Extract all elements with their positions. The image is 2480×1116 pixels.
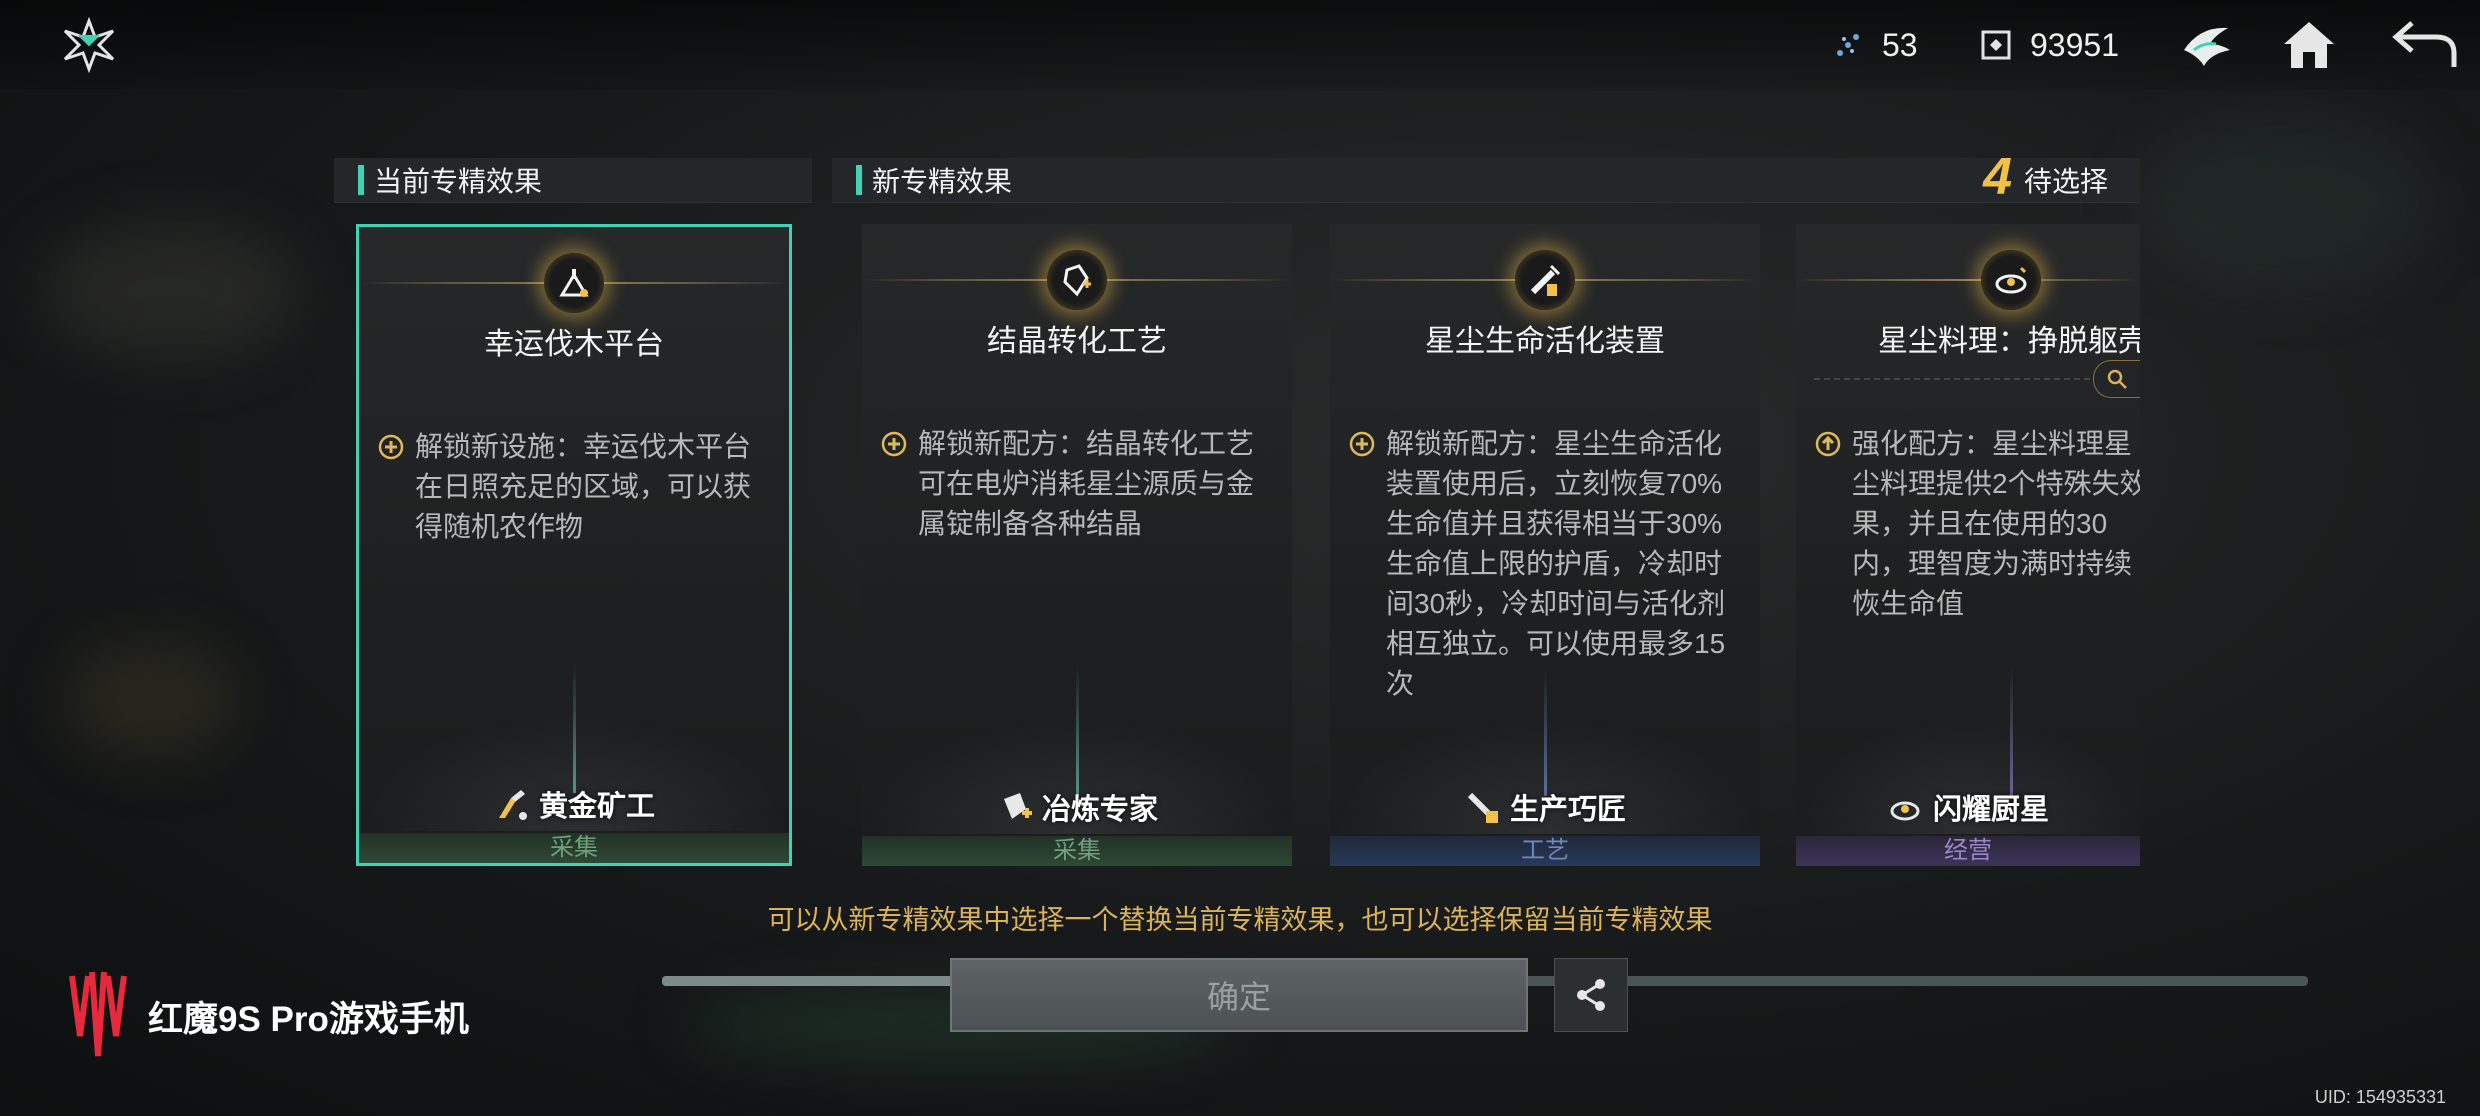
card-emblem (544, 253, 604, 313)
card-badge: 黄金矿工 (359, 783, 789, 825)
back-button[interactable] (2390, 12, 2460, 78)
background-blur (2140, 110, 2440, 290)
card-title: 星尘料理：挣脱躯壳 (1878, 325, 2140, 358)
brand-text: 红魔9S Pro游戏手机 (148, 999, 469, 1039)
currency-resource: 93951 (1978, 20, 2119, 70)
card-divider (1796, 279, 2140, 281)
card-emblem (1047, 250, 1107, 310)
card-emblem (1515, 250, 1575, 310)
card-description: 解锁新配方：结晶转化工艺可在电炉消耗星尘源质与金属锭制备各种结晶 (880, 424, 1280, 544)
unlock-plus-icon (881, 431, 907, 457)
card-description-text: 解锁新配方：星尘生命活化装置使用后，立刻恢复70%生命值并且获得相当于30%生命… (1386, 428, 1726, 699)
home-button[interactable] (2274, 12, 2344, 78)
card-description: 解锁新配方：星尘生命活化装置使用后，立刻恢复70%生命值并且获得相当于30%生命… (1348, 424, 1748, 704)
card-beam (1544, 666, 1547, 796)
card-option-3[interactable]: 星尘料理：挣脱躯壳 强化配方：星尘料理星尘料理提供2个特殊失效果，并且在使用的3… (1796, 224, 2140, 866)
card-description-text: 解锁新设施：幸运伐木平台在日照充足的区域，可以获得随机农作物 (415, 431, 752, 542)
craftsman-icon (1467, 792, 1498, 823)
card-badge-label: 生产巧匠 (1509, 794, 1626, 826)
emblem-button[interactable] (2172, 12, 2242, 78)
unlock-plus-icon (378, 434, 404, 460)
card-badge: 闪耀厨星 (1796, 786, 2140, 828)
card-beam (573, 663, 576, 793)
card-title: 幸运伐木平台 (484, 328, 664, 361)
card-badge: 冶炼专家 (862, 786, 1292, 828)
card-description-text: 解锁新配方：结晶转化工艺可在电炉消耗星尘源质与金属锭制备各种结晶 (918, 428, 1255, 539)
background-blur (60, 640, 240, 760)
search-icon (2107, 369, 2127, 389)
selection-hint: 可以从新专精效果中选择一个替换当前专精效果，也可以选择保留当前专精效果 (767, 905, 1713, 935)
stardust-value: 53 (1882, 26, 1918, 63)
pending-label: 待选择 (2023, 166, 2108, 197)
syringe-icon (1530, 264, 1561, 296)
card-beam (2010, 666, 2013, 796)
card-category: 经营 (1796, 836, 2140, 866)
pending-indicator: 4 待选择 (1983, 148, 2108, 206)
crystal-icon (1063, 264, 1091, 297)
confirm-button[interactable]: 确定 (950, 958, 1528, 1032)
unlock-plus-icon (1349, 431, 1375, 457)
card-option-2[interactable]: 星尘生命活化装置 解锁新配方：星尘生命活化装置使用后，立刻恢复70%生命值并且获… (1330, 224, 1760, 866)
dish-icon (1995, 266, 2027, 294)
card-separator (1814, 378, 2090, 380)
brand-watermark: 红魔9S Pro游戏手机 (62, 966, 469, 1066)
new-panel-title: 新专精效果 (872, 166, 1013, 197)
card-current[interactable]: 幸运伐木平台 解锁新设施：幸运伐木平台在日照充足的区域，可以获得随机农作物 黄金… (356, 224, 792, 866)
search-detail-button[interactable] (2093, 360, 2140, 398)
card-category: 工艺 (1330, 836, 1760, 866)
pending-count: 4 (1983, 148, 2012, 206)
header-accent (856, 165, 862, 195)
card-title: 星尘生命活化装置 (1425, 325, 1665, 358)
card-emblem (1981, 250, 2041, 310)
smelting-icon (1003, 793, 1032, 819)
tree-platform-icon (559, 269, 589, 297)
background-blur (40, 220, 300, 360)
currency-value: 93951 (2030, 26, 2119, 63)
gold-miner-icon (498, 790, 527, 820)
back-icon (2392, 21, 2457, 67)
card-category: 采集 (862, 836, 1292, 866)
logo-icon (63, 17, 115, 73)
card-beam (1076, 666, 1079, 796)
share-button[interactable] (1554, 958, 1628, 1032)
card-category: 采集 (359, 833, 789, 863)
current-panel-title: 当前专精效果 (374, 166, 543, 197)
card-badge-label: 黄金矿工 (538, 791, 655, 823)
upgrade-arrow-icon (1815, 431, 1841, 457)
card-description: 解锁新设施：幸运伐木平台在日照充足的区域，可以获得随机农作物 (377, 427, 777, 547)
card-description-text: 强化配方：星尘料理星尘料理提供2个特殊失效果，并且在使用的30内，理智度为满时持… (1852, 428, 2140, 619)
card-badge: 生产巧匠 (1330, 786, 1760, 828)
card-badge-label: 冶炼专家 (1041, 794, 1158, 826)
top-bar: 53 93951 (0, 0, 2480, 91)
currency-icon (1981, 30, 2011, 60)
card-description: 强化配方：星尘料理星尘料理提供2个特殊失效果，并且在使用的30内，理智度为满时持… (1814, 424, 2140, 624)
home-icon (2284, 22, 2334, 68)
card-badge-label: 闪耀厨星 (1932, 794, 2049, 826)
share-icon (1577, 979, 1605, 1011)
chef-icon (1890, 801, 1920, 821)
stardust-icon (1837, 34, 1859, 56)
card-title: 结晶转化工艺 (987, 325, 1167, 358)
new-specialization-header: 新专精效果 4 待选择 (832, 148, 2140, 206)
menu-button[interactable] (54, 12, 124, 78)
card-option-1[interactable]: 结晶转化工艺 解锁新配方：结晶转化工艺可在电炉消耗星尘源质与金属锭制备各种结晶 … (862, 224, 1292, 866)
user-id: UID: 154935331 (2314, 1087, 2446, 1107)
current-specialization-header: 当前专精效果 (334, 158, 812, 203)
stardust-resource: 53 (1830, 20, 1918, 70)
emblem-icon (2184, 27, 2230, 66)
red-magic-logo-icon (69, 971, 127, 1057)
header-accent (358, 165, 364, 195)
